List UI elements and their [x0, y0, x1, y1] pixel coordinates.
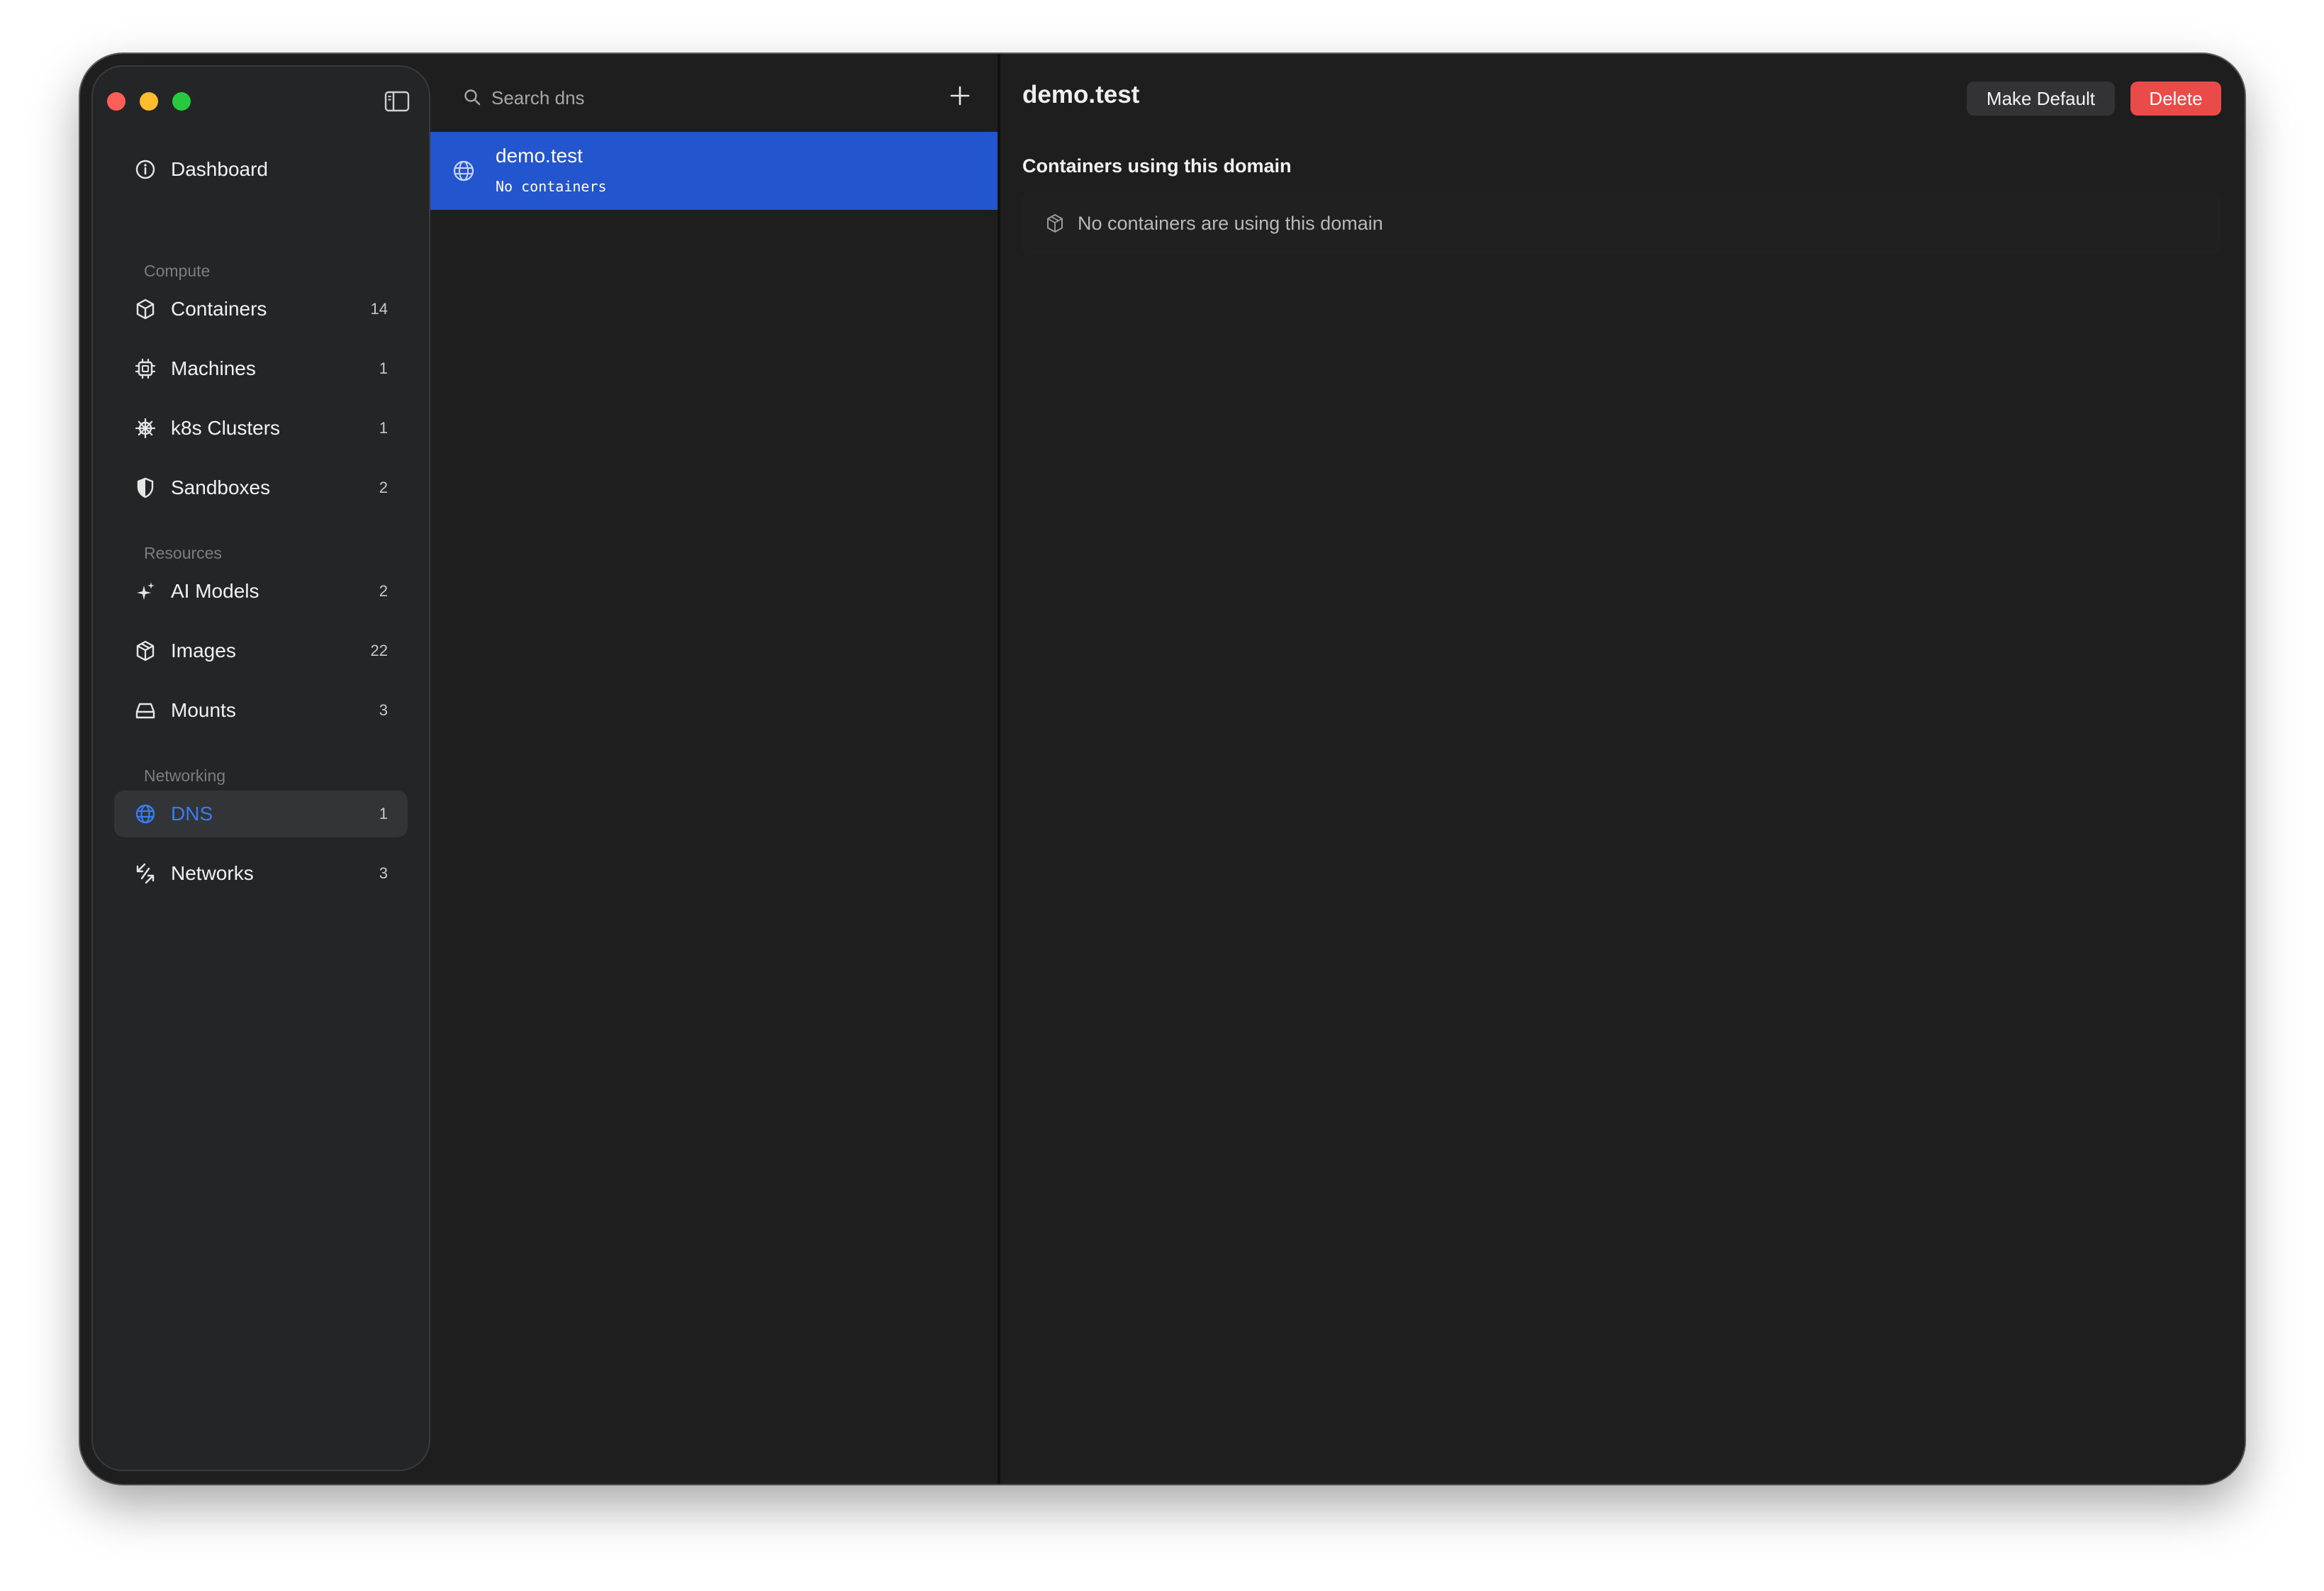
sidebar-item-dashboard[interactable]: Dashboard	[114, 146, 408, 193]
dns-list-pane: demo.test No containers	[430, 54, 998, 1484]
sidebar-item-count: 3	[379, 701, 388, 719]
sidebar-item-count: 22	[370, 642, 388, 659]
sidebar-item-count: 1	[379, 419, 388, 437]
search-input[interactable]	[490, 81, 890, 115]
section-heading: Containers using this domain	[1022, 155, 1292, 177]
delete-button[interactable]: Delete	[2130, 82, 2221, 116]
sidebar-item-label: Machines	[171, 357, 256, 379]
sidebar-item-label: AI Models	[171, 580, 259, 602]
sidebar-item-label: Networks	[171, 862, 254, 884]
sidebar-item-label: DNS	[171, 803, 213, 825]
sparkles-icon	[137, 582, 155, 600]
shield-icon	[137, 477, 154, 498]
sidebar-item-label: k8s Clusters	[171, 417, 281, 439]
section-title-networking: Networking	[144, 766, 226, 785]
list-item-subtitle: No containers	[496, 178, 607, 195]
list-item-selected[interactable]: demo.test No containers	[430, 132, 998, 210]
page-title: demo.test	[1022, 81, 1140, 108]
sidebar-item-sandboxes[interactable]: Sandboxes 2	[114, 464, 408, 511]
sidebar-item-networks[interactable]: Networks 3	[114, 850, 408, 897]
globe-icon	[135, 804, 155, 824]
sidebar-item-containers[interactable]: Containers 14	[114, 286, 408, 333]
list-item-title: demo.test	[496, 145, 583, 167]
sidebar-item-count: 2	[379, 479, 388, 496]
sidebar-item-k8s-clusters[interactable]: k8s Clusters 1	[114, 405, 408, 452]
make-default-button[interactable]: Make Default	[1967, 82, 2115, 116]
sidebar-item-machines[interactable]: Machines 1	[114, 345, 408, 392]
empty-state-text: No containers are using this domain	[1078, 213, 1383, 234]
minimize-window-button[interactable]	[140, 92, 158, 111]
section-title-compute: Compute	[144, 262, 211, 280]
section-title-resources: Resources	[144, 544, 222, 562]
app-window: Dashboard Compute Containers 14 Machines	[80, 54, 2245, 1484]
arrows-icon	[136, 863, 155, 884]
search-icon	[464, 89, 481, 106]
sidebar: Dashboard Compute Containers 14 Machines	[91, 65, 430, 1471]
package-icon	[136, 640, 155, 661]
sidebar-item-label: Containers	[171, 298, 267, 320]
helm-icon	[135, 418, 156, 439]
sidebar-item-ai-models[interactable]: AI Models 2	[114, 568, 408, 615]
sidebar-toggle-icon[interactable]	[384, 91, 410, 112]
sidebar-item-label: Dashboard	[171, 158, 268, 180]
plus-icon[interactable]	[949, 85, 971, 106]
sidebar-item-images[interactable]: Images 22	[114, 627, 408, 674]
detail-pane: demo.test Make Default Delete Containers…	[1000, 54, 2245, 1484]
sidebar-item-label: Mounts	[171, 699, 236, 721]
drive-icon	[135, 703, 155, 719]
close-window-button[interactable]	[107, 92, 125, 111]
sidebar-item-dns[interactable]: DNS 1	[114, 791, 408, 837]
zoom-window-button[interactable]	[172, 92, 191, 111]
box-icon	[136, 298, 155, 320]
sidebar-item-count: 3	[379, 864, 388, 882]
cpu-icon	[135, 358, 156, 379]
sidebar-item-count: 1	[379, 359, 388, 377]
globe-icon	[453, 160, 474, 182]
package-icon	[1047, 214, 1063, 233]
sidebar-item-count: 1	[379, 805, 388, 822]
sidebar-item-count: 14	[370, 300, 388, 318]
sidebar-item-label: Sandboxes	[171, 476, 271, 498]
screen: Dashboard Compute Containers 14 Machines	[0, 0, 2324, 1591]
sidebar-item-count: 2	[379, 582, 388, 600]
sidebar-item-label: Images	[171, 640, 236, 661]
empty-state: No containers are using this domain	[1022, 191, 2220, 255]
sidebar-item-mounts[interactable]: Mounts 3	[114, 687, 408, 734]
info-icon	[135, 160, 155, 179]
